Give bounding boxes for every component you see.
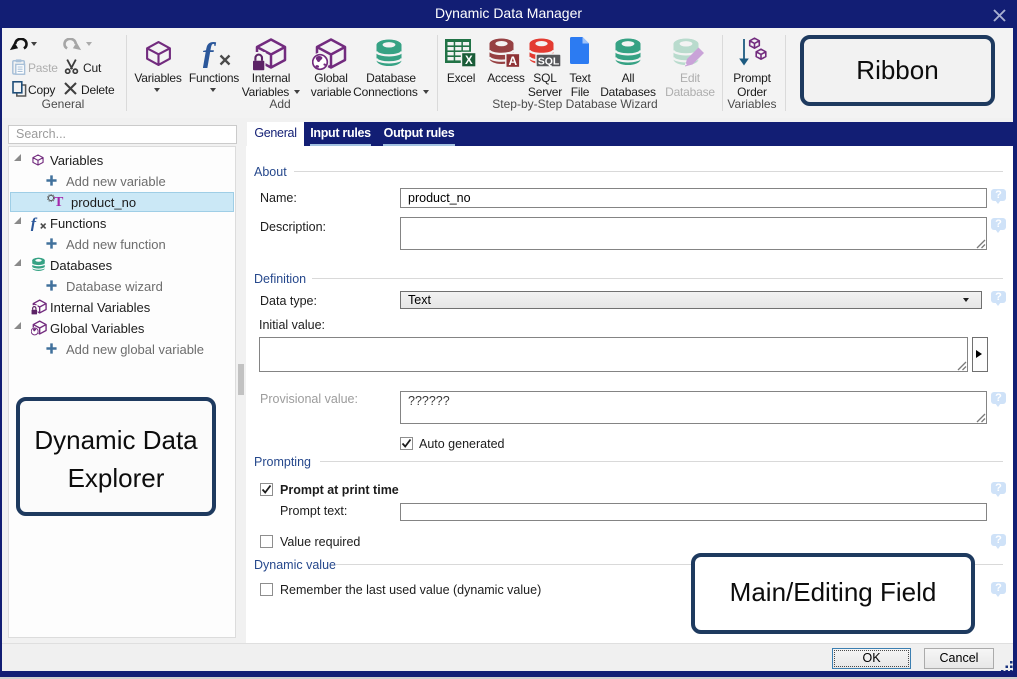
svg-text:A: A — [508, 54, 517, 68]
svg-text:SQL: SQL — [538, 55, 560, 67]
svg-text:f: f — [203, 42, 217, 68]
svg-text:f: f — [31, 215, 38, 231]
svg-text:X: X — [465, 55, 473, 67]
